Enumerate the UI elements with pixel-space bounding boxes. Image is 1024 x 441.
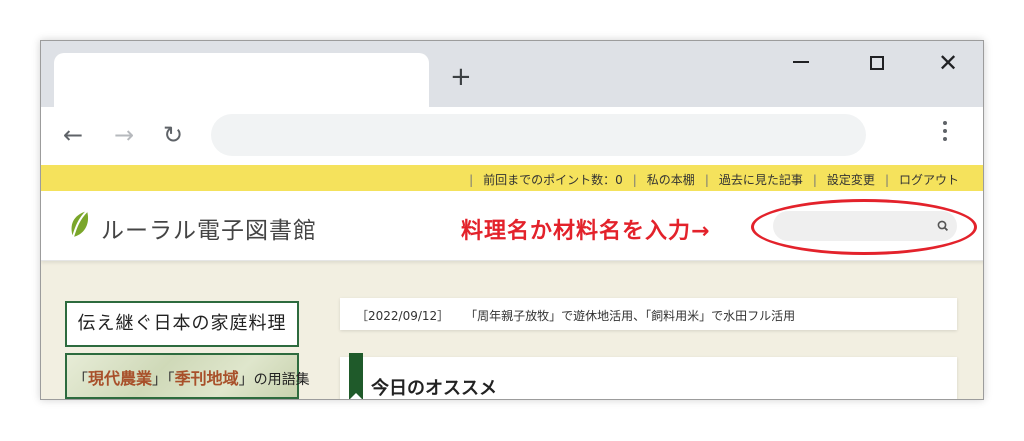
glossary-title-kikan: 季刊地域 bbox=[174, 369, 239, 388]
new-tab-button[interactable]: + bbox=[450, 63, 472, 91]
glossary-title-gendai: 現代農業 bbox=[88, 369, 153, 388]
banner-home-cooking[interactable]: 伝え継ぐ日本の家庭料理 bbox=[65, 301, 299, 347]
recommend-card: 今日のオススメ bbox=[340, 353, 957, 399]
address-bar[interactable] bbox=[211, 114, 866, 156]
search-annotation: 料理名か材料名を入力→ bbox=[461, 219, 711, 244]
tab-strip: + ✕ bbox=[41, 41, 983, 107]
points-text: 前回までのポイント数：0 bbox=[483, 173, 623, 187]
news-text[interactable]: 「周年親子放牧」で遊休地活用、「飼料用米」で水田フル活用 bbox=[471, 309, 795, 323]
site-top-bar: | 前回までのポイント数：0 | 私の本棚 | 過去に見た記事 | 設定変更 |… bbox=[41, 165, 983, 191]
close-icon[interactable]: ✕ bbox=[938, 51, 958, 75]
menu-kebab-icon[interactable] bbox=[943, 121, 947, 145]
search-input[interactable] bbox=[773, 211, 957, 241]
nav-link-settings[interactable]: 設定変更 bbox=[827, 171, 875, 188]
forward-icon[interactable]: → bbox=[114, 122, 134, 148]
news-item[interactable]: ［2022/09/12］ 「周年親子放牧」で遊休地活用、「飼料用米」で水田フル活用 bbox=[340, 298, 957, 330]
reload-icon[interactable]: ↻ bbox=[163, 122, 183, 148]
nav-link-history[interactable]: 過去に見た記事 bbox=[719, 171, 803, 188]
bookmark-flag-icon bbox=[349, 353, 363, 399]
back-icon[interactable]: ← bbox=[63, 122, 83, 148]
top-nav: | 前回までのポイント数：0 | 私の本棚 | 過去に見た記事 | 設定変更 |… bbox=[469, 171, 959, 188]
browser-toolbar: ← → ↻ bbox=[41, 107, 983, 165]
news-date: ［2022/09/12］ bbox=[356, 309, 450, 323]
nav-link-logout[interactable]: ログアウト bbox=[899, 171, 959, 188]
leaf-logo-icon bbox=[71, 210, 89, 238]
minimize-icon[interactable] bbox=[793, 61, 809, 63]
glossary-tail: の用語集 bbox=[253, 372, 310, 388]
active-tab[interactable] bbox=[54, 53, 429, 107]
site-header: ルーラル電子図書館 料理名か材料名を入力→ bbox=[41, 191, 983, 261]
nav-link-bookshelf[interactable]: 私の本棚 bbox=[647, 171, 695, 188]
site-logo-text[interactable]: ルーラル電子図書館 bbox=[101, 211, 317, 245]
banner-glossary[interactable]: 「現代農業」「季刊地域」の用語集 bbox=[65, 353, 310, 399]
browser-window: + ✕ ← → ↻ | 前回までのポイント数：0 | 私の本棚 | 過去に見た記… bbox=[40, 40, 984, 400]
maximize-icon[interactable] bbox=[870, 56, 884, 70]
search-icon[interactable] bbox=[935, 218, 951, 234]
recommend-title: 今日のオススメ bbox=[371, 378, 497, 399]
